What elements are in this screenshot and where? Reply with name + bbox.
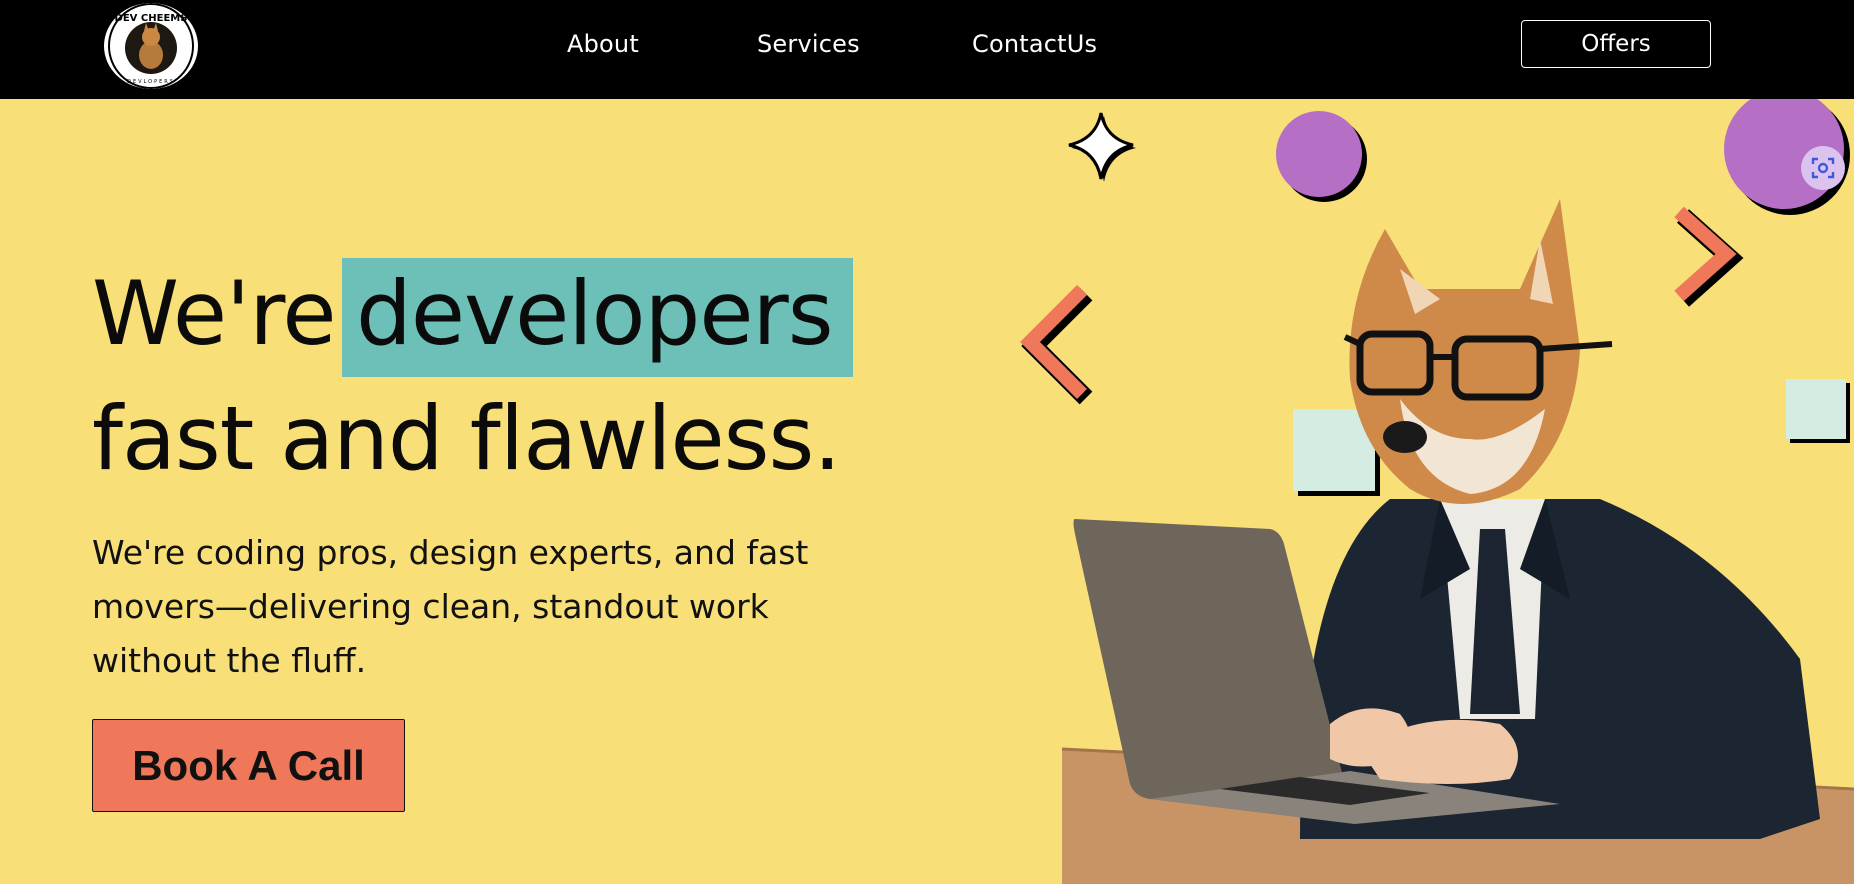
chevron-left-icon <box>1020 285 1093 405</box>
scan-icon <box>1811 157 1835 179</box>
logo-graphic: DEV CHEEMS DEVLOPERS <box>108 3 194 89</box>
nav-link-about[interactable]: About <box>567 30 639 58</box>
nav-link-contactus[interactable]: ContactUs <box>972 30 1097 58</box>
sparkle-icon <box>1068 112 1136 182</box>
chevron-right-icon <box>1674 206 1744 307</box>
book-a-call-button[interactable]: Book A Call <box>92 719 405 812</box>
square-shape <box>1786 379 1850 443</box>
headline-highlight-text: developers <box>356 262 834 365</box>
logo-subtext: DEVLOPERS <box>127 79 175 85</box>
headline-prefix: We're <box>92 262 337 365</box>
logo[interactable]: DEV CHEEMS DEVLOPERS <box>104 3 198 89</box>
shiba-developer <box>1073 199 1820 839</box>
nav-link-services[interactable]: Services <box>757 30 860 58</box>
hero-subtitle: We're coding pros, design experts, and f… <box>92 533 809 680</box>
circle-shape <box>1276 111 1367 202</box>
logo-text: DEV CHEEMS <box>115 13 188 24</box>
headline-line2: fast and flawless. <box>92 387 841 490</box>
scan-icon-button[interactable] <box>1801 146 1845 190</box>
top-nav: DEV CHEEMS DEVLOPERS About Services Cont… <box>0 0 1854 99</box>
offers-button[interactable]: Offers <box>1521 20 1711 68</box>
hero-illustration <box>1020 99 1854 884</box>
